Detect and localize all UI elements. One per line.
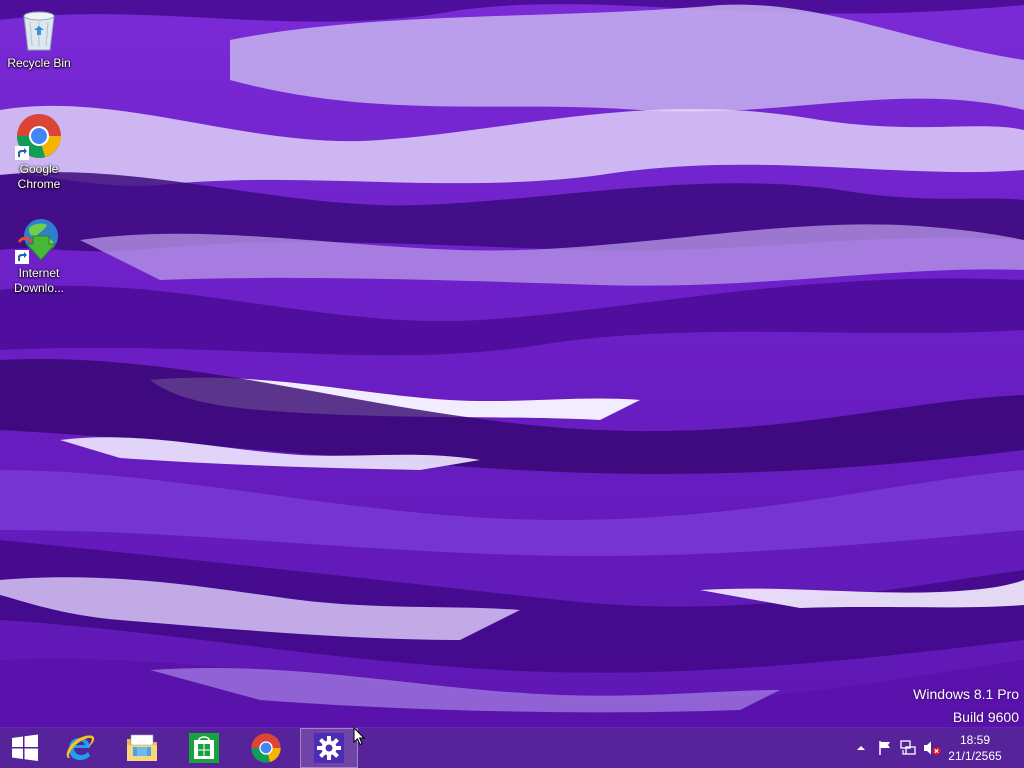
chrome-icon <box>15 112 63 160</box>
clock-time: 18:59 <box>959 733 991 747</box>
network-button[interactable] <box>899 740 917 756</box>
taskbar-chrome-button[interactable] <box>237 728 295 768</box>
desktop-icon-google-chrome[interactable]: Google Chrome <box>2 112 76 192</box>
desktop-icon-recycle-bin[interactable]: Recycle Bin <box>2 6 76 71</box>
taskbar-internet-explorer-button[interactable] <box>51 728 109 768</box>
shortcut-arrow-icon <box>15 250 29 264</box>
taskbar-file-explorer-button[interactable] <box>113 728 171 768</box>
desktop-icon-label: Internet Downlo... <box>13 266 65 295</box>
folder-icon <box>127 734 157 761</box>
clock-date: 21/1/2565 <box>948 749 1002 763</box>
windows-version-watermark: Windows 8.1 Pro Build 9600 <box>913 683 1019 729</box>
flag-icon <box>879 741 890 755</box>
internet-explorer-icon <box>66 735 95 760</box>
desktop-icon-label: Recycle Bin <box>7 56 71 70</box>
chrome-icon <box>251 733 281 763</box>
internet-download-manager-icon <box>15 216 63 264</box>
desktop-icon-label: Google Chrome <box>17 162 61 191</box>
watermark-build: Build 9600 <box>952 709 1019 725</box>
start-button[interactable] <box>0 728 50 768</box>
recycle-bin-icon <box>15 6 63 54</box>
taskbar: 18:59 21/1/2565 <box>0 728 1024 768</box>
desktop-icon-internet-download-manager[interactable]: Internet Downlo... <box>2 216 76 296</box>
taskbar-clock[interactable]: 18:59 21/1/2565 <box>940 732 1010 764</box>
shortcut-arrow-icon <box>15 146 29 160</box>
show-hidden-icons-button[interactable] <box>852 740 870 756</box>
volume-muted-icon <box>924 741 941 755</box>
chevron-up-icon <box>857 746 865 750</box>
taskbar-store-button[interactable] <box>175 728 233 768</box>
volume-button[interactable] <box>923 740 941 756</box>
windows-logo-icon <box>12 734 38 761</box>
desktop-wallpaper <box>0 0 1024 728</box>
watermark-edition: Windows 8.1 Pro <box>913 686 1019 702</box>
mouse-cursor-icon <box>353 727 365 746</box>
store-icon <box>189 733 219 763</box>
action-center-button[interactable] <box>876 740 894 756</box>
gear-icon <box>314 733 344 763</box>
taskbar-control-panel-button[interactable] <box>300 728 358 768</box>
network-icon <box>900 740 916 755</box>
